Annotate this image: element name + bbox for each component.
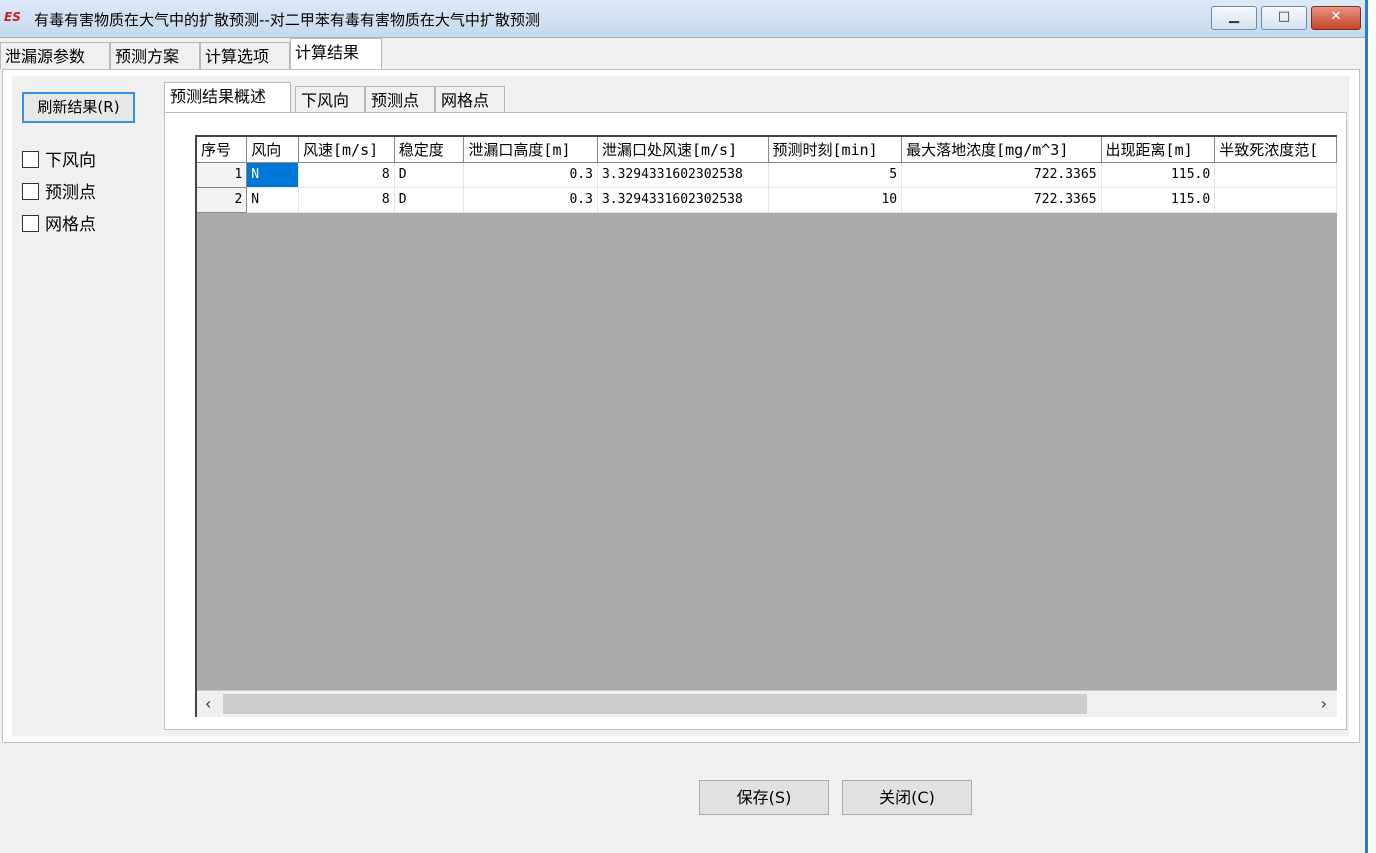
checkbox-box[interactable] [22,183,39,200]
table-row: 2 N 8 D 0.3 3.3294331602302538 10 722.33… [197,187,1337,213]
column-header[interactable]: 最大落地浓度[mg/m^3] [901,137,1102,163]
column-header[interactable]: 风速[m/s] [298,137,395,163]
title-bar: ES 有毒有害物质在大气中的扩散预测--对二甲苯有毒有害物质在大气中扩散预测 ▁… [0,0,1365,38]
results-table: 序号 风向 风速[m/s] 稳定度 泄漏口高度[m] 泄漏口处风速[m/s] 预… [197,137,1337,213]
table-cell[interactable]: 0.3 [463,162,598,188]
subtab-grid-points[interactable]: 网格点 [435,86,505,113]
summary-panel: 序号 风向 风速[m/s] 稳定度 泄漏口高度[m] 泄漏口处风速[m/s] 预… [164,112,1347,730]
tab-calc-options[interactable]: 计算选项 [200,42,290,69]
table-cell-selected[interactable]: N [246,162,299,188]
column-header[interactable]: 泄漏口高度[m] [463,137,598,163]
table-row: 1 N 8 D 0.3 3.3294331602302538 5 722.336… [197,162,1337,188]
checkbox-grid-points[interactable]: 网格点 [22,210,96,235]
scroll-right-icon[interactable]: › [1321,694,1327,713]
checkbox-downwind[interactable]: 下风向 [22,146,96,171]
table-header-row: 序号 风向 风速[m/s] 稳定度 泄漏口高度[m] 泄漏口处风速[m/s] 预… [197,137,1337,163]
app-logo-icon: ES [4,10,21,24]
main-tab-strip: 泄漏源参数 预测方案 计算选项 计算结果 [0,38,1365,70]
tab-prediction-plan[interactable]: 预测方案 [110,42,200,69]
table-cell[interactable] [1214,162,1337,188]
subtab-summary[interactable]: 预测结果概述 [164,82,291,114]
table-cell[interactable]: D [394,162,465,188]
table-cell[interactable]: 10 [768,187,903,213]
column-header[interactable]: 风向 [246,137,299,163]
subtab-predict-points[interactable]: 预测点 [365,86,435,113]
results-grid[interactable]: 序号 风向 风速[m/s] 稳定度 泄漏口高度[m] 泄漏口处风速[m/s] 预… [195,135,1337,717]
tab-calc-results[interactable]: 计算结果 [290,38,382,70]
column-header[interactable]: 出现距离[m] [1101,137,1216,163]
checkbox-box[interactable] [22,151,39,168]
checkbox-downwind-label: 下风向 [45,151,96,171]
save-button[interactable]: 保存(S) [699,780,829,815]
column-header[interactable]: 序号 [197,137,248,163]
column-header[interactable]: 稳定度 [394,137,465,163]
table-cell[interactable]: 722.3365 [901,162,1102,188]
app-window: ES 有毒有害物质在大气中的扩散预测--对二甲苯有毒有害物质在大气中扩散预测 ▁… [0,0,1368,853]
column-header[interactable]: 泄漏口处风速[m/s] [597,137,769,163]
checkbox-grid-points-label: 网格点 [45,215,96,235]
column-header[interactable]: 预测时刻[min] [768,137,903,163]
horizontal-scrollbar[interactable]: ‹ › [197,690,1337,717]
table-cell[interactable]: N [246,187,299,213]
checkbox-predict-points-label: 预测点 [45,183,96,203]
table-cell[interactable]: 8 [298,162,395,188]
results-panel: 刷新结果(R) 下风向 预测点 网格点 预测结果概述 下风向 预测点 网格点 序… [2,69,1360,743]
table-cell[interactable]: 722.3365 [901,187,1102,213]
table-cell-index[interactable]: 1 [197,162,248,188]
column-header[interactable]: 半致死浓度范[ [1214,137,1337,163]
table-cell-index[interactable]: 2 [197,187,248,213]
table-cell[interactable]: 115.0 [1101,187,1216,213]
minimize-icon[interactable]: ▁ [1211,6,1257,30]
table-cell[interactable]: 0.3 [463,187,598,213]
checkbox-box[interactable] [22,215,39,232]
table-cell[interactable]: 5 [768,162,903,188]
table-cell[interactable]: 8 [298,187,395,213]
tab-leak-source-params[interactable]: 泄漏源参数 [0,42,110,69]
maximize-icon[interactable]: □ [1261,6,1307,30]
window-title: 有毒有害物质在大气中的扩散预测--对二甲苯有毒有害物质在大气中扩散预测 [34,11,540,29]
table-cell[interactable]: D [394,187,465,213]
close-button[interactable]: 关闭(C) [842,780,972,815]
refresh-results-button[interactable]: 刷新结果(R) [22,92,135,123]
table-cell[interactable]: 3.3294331602302538 [597,162,769,188]
scroll-thumb[interactable] [223,694,1087,714]
checkbox-predict-points[interactable]: 预测点 [22,178,96,203]
table-cell[interactable] [1214,187,1337,213]
close-icon[interactable]: ✕ [1311,6,1361,30]
results-panel-body: 刷新结果(R) 下风向 预测点 网格点 预测结果概述 下风向 预测点 网格点 序… [12,76,1349,736]
subtab-downwind[interactable]: 下风向 [295,86,365,113]
table-cell[interactable]: 3.3294331602302538 [597,187,769,213]
scroll-left-icon[interactable]: ‹ [205,694,211,713]
table-cell[interactable]: 115.0 [1101,162,1216,188]
